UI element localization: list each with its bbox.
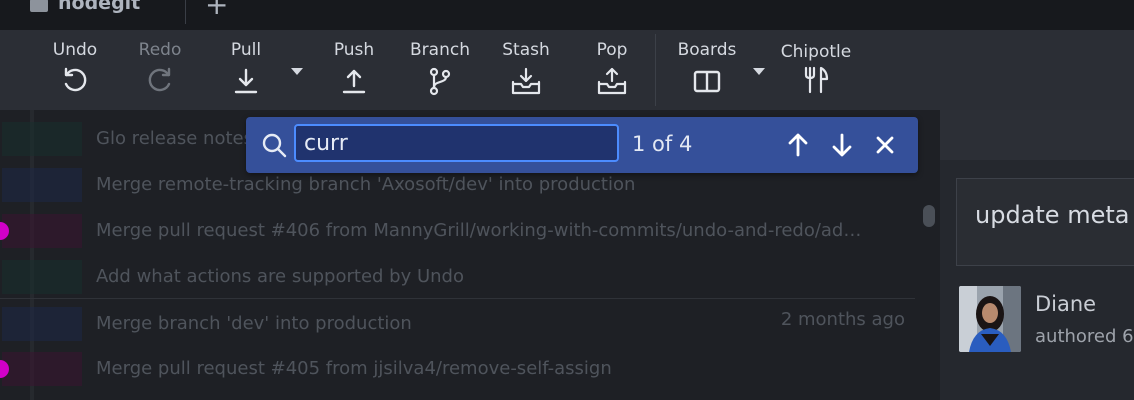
boards-label: Boards <box>677 40 737 60</box>
boards-dropdown-icon[interactable] <box>751 67 767 77</box>
commit-message: Merge branch 'dev' into production <box>96 313 412 334</box>
redo-icon <box>148 67 171 92</box>
folder-icon <box>30 0 48 12</box>
stash-icon <box>511 67 541 95</box>
redo-label: Redo <box>138 40 182 60</box>
lane-bar <box>2 122 82 156</box>
branch-label: Branch <box>410 40 470 60</box>
commit-row[interactable]: Merge pull request #406 from MannyGrill/… <box>0 206 915 252</box>
commit-message: Merge pull request #406 from MannyGrill/… <box>96 220 862 241</box>
branch-icon <box>429 67 451 96</box>
commit-message: Add what actions are supported by Undo <box>96 266 464 287</box>
commit-row[interactable]: Add what actions are supported by Undo <box>0 252 915 298</box>
commit-detail-panel: update meta Diane authored 6 <box>940 110 1134 400</box>
scrollbar-thumb[interactable] <box>923 205 935 227</box>
boards-icon <box>693 70 721 93</box>
commit-summary-box[interactable]: update meta <box>956 178 1134 266</box>
undo-label: Undo <box>52 40 98 60</box>
arrow-down-icon[interactable] <box>830 131 854 159</box>
pop-icon <box>597 67 627 95</box>
branch-button[interactable]: Branch <box>400 40 480 96</box>
commit-row[interactable]: Merge branch 'dev' into production 2 mon… <box>0 298 915 345</box>
detail-header <box>940 110 1134 160</box>
commit-time: 2 months ago <box>780 309 905 330</box>
search-icon <box>262 133 287 158</box>
pull-dropdown-icon[interactable] <box>289 67 305 77</box>
commit-row[interactable]: Merge pull request #405 from jjsilva4/re… <box>0 344 915 390</box>
toolbar-divider <box>655 34 656 106</box>
pop-button[interactable]: Pop <box>572 40 652 96</box>
pop-label: Pop <box>596 40 628 60</box>
author-name: Diane <box>1035 292 1097 316</box>
push-label: Push <box>333 40 375 60</box>
chipotle-label: Chipotle <box>780 42 852 62</box>
commit-message: Glo release notes <box>96 128 253 149</box>
lane-bar <box>2 352 82 386</box>
undo-button[interactable]: Undo <box>35 40 115 96</box>
commit-message: Merge remote-tracking branch 'Axosoft/de… <box>96 174 636 195</box>
arrow-up-icon[interactable] <box>786 131 810 159</box>
push-button[interactable]: Push <box>314 40 394 96</box>
pull-label: Pull <box>230 40 262 60</box>
lane-bar <box>2 168 82 202</box>
utensils-icon <box>804 66 829 94</box>
commit-message: Merge pull request #405 from jjsilva4/re… <box>96 358 612 379</box>
stash-button[interactable]: Stash <box>486 40 566 96</box>
repo-tab[interactable]: nodegit <box>30 0 140 14</box>
repo-tab-label: nodegit <box>58 0 141 14</box>
plus-icon[interactable]: + <box>205 0 228 21</box>
tab-divider <box>185 0 186 24</box>
push-icon <box>342 69 366 94</box>
lane-bar <box>2 307 82 341</box>
pull-button[interactable]: Pull <box>206 40 286 96</box>
avatar <box>959 286 1021 352</box>
stash-label: Stash <box>502 40 550 60</box>
lane-bar <box>2 214 82 248</box>
toolbar: Undo Redo Pull Push Branch Stash Pop Boa… <box>0 30 1134 110</box>
undo-icon <box>64 67 87 92</box>
close-icon[interactable] <box>874 133 896 157</box>
lane-bar <box>2 260 82 294</box>
tab-bar: nodegit + <box>0 0 1134 30</box>
boards-button[interactable]: Boards <box>667 40 747 96</box>
find-match-count: 1 of 4 <box>632 132 693 156</box>
author-meta: authored 6 <box>1035 326 1134 347</box>
chipotle-button[interactable]: Chipotle <box>776 42 856 95</box>
pull-icon <box>234 68 258 94</box>
redo-button[interactable]: Redo <box>120 40 200 96</box>
commit-summary: update meta <box>975 201 1130 229</box>
find-bar: 1 of 4 <box>246 117 918 173</box>
find-input[interactable] <box>294 124 619 162</box>
